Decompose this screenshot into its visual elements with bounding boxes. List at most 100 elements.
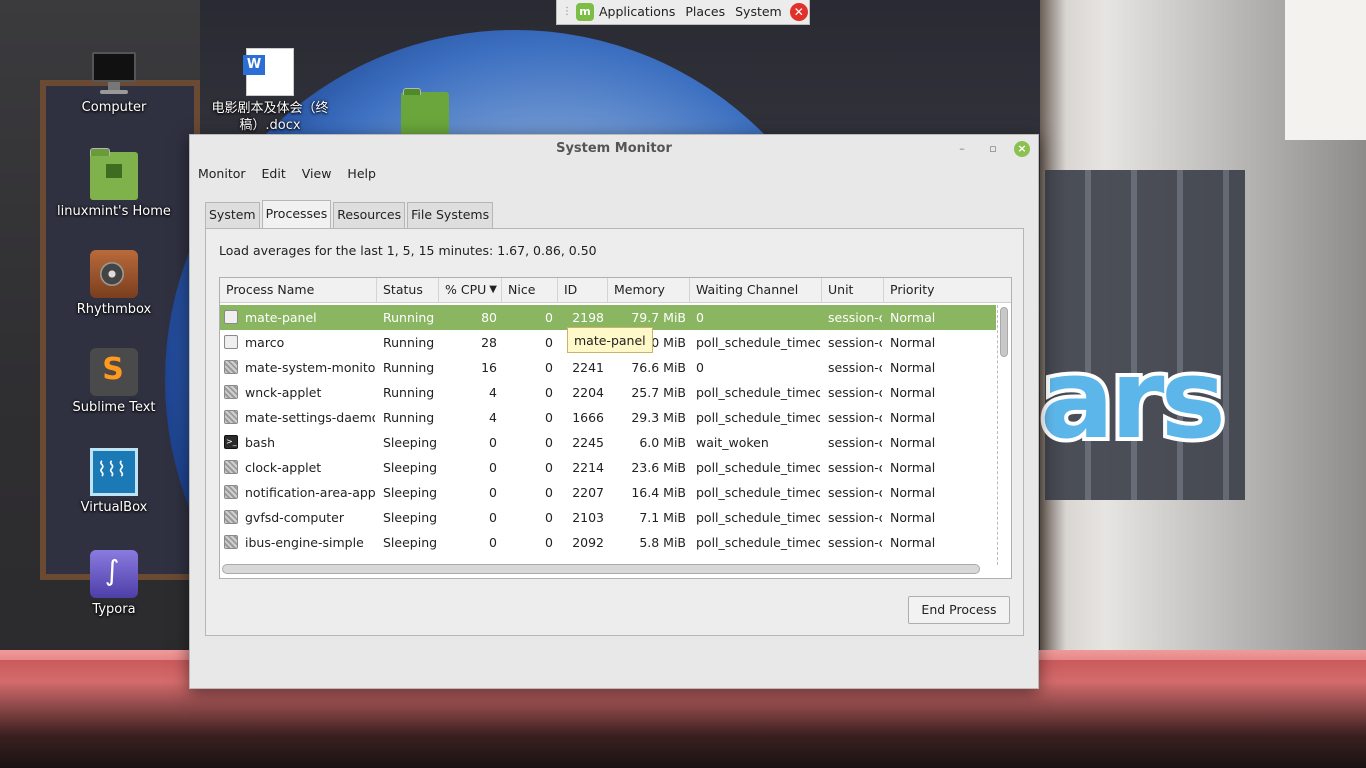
- column-process-name[interactable]: Process Name: [220, 278, 377, 303]
- cell-name: notification-area-applet: [245, 485, 375, 500]
- cell-status: Running: [383, 410, 435, 425]
- tab-processes[interactable]: Processes: [261, 200, 332, 228]
- cell-unit: session-c: [828, 535, 882, 550]
- menu-monitor[interactable]: Monitor: [190, 162, 254, 186]
- cell-unit: session-c: [828, 435, 882, 450]
- cell-wchan: poll_schedule_timeout: [696, 535, 820, 550]
- tab-file-systems[interactable]: File Systems: [407, 202, 494, 228]
- tab-bar: System Processes Resources File Systems: [205, 200, 495, 228]
- cell-wchan: poll_schedule_timeout: [696, 460, 820, 475]
- cell-cpu: 0: [489, 510, 497, 525]
- table-header: Process Name Status % CPU ▼ Nice ID Memo…: [220, 278, 1011, 303]
- cell-memory: 5.8 MiB: [639, 535, 686, 550]
- cell-wchan: 0: [696, 310, 704, 325]
- desktop-icon-typora[interactable]: ∫ Typora: [54, 550, 174, 617]
- table-row[interactable]: >_ bash Sleeping 0 0 2245 6.0 MiB wait_woken ses…: [220, 430, 996, 455]
- menu-edit[interactable]: Edit: [254, 162, 294, 186]
- vertical-scrollbar[interactable]: [997, 305, 1009, 565]
- cell-memory: 76.6 MiB: [631, 360, 686, 375]
- system-menu[interactable]: System: [730, 0, 787, 24]
- table-row[interactable]: mate-system-monitor Running 16 0 2241 76.6 Mi…: [220, 355, 996, 380]
- application-icon: [224, 385, 238, 399]
- cell-memory: 23.6 MiB: [631, 460, 686, 475]
- cell-wchan: 0: [696, 360, 704, 375]
- cell-nice: 0: [545, 460, 553, 475]
- tab-system[interactable]: System: [205, 202, 260, 228]
- desktop-icon-label: Sublime Text: [72, 400, 156, 415]
- desktop-icon-label: Rhythmbox: [76, 302, 152, 317]
- places-menu[interactable]: Places: [680, 0, 730, 24]
- cell-wchan: poll_schedule_timeout: [696, 485, 820, 500]
- process-table[interactable]: Process Name Status % CPU ▼ Nice ID Memo…: [219, 277, 1012, 579]
- linux-mint-icon[interactable]: m: [576, 3, 594, 21]
- typora-icon: ∫: [90, 550, 138, 598]
- horizontal-scrollbar[interactable]: [222, 564, 980, 574]
- end-process-button[interactable]: End Process: [908, 596, 1010, 624]
- cell-name: wnck-applet: [245, 385, 322, 400]
- cell-nice: 0: [545, 410, 553, 425]
- application-icon: [224, 460, 238, 474]
- cell-memory: 7.1 MiB: [639, 510, 686, 525]
- processes-panel: Load averages for the last 1, 5, 15 minu…: [205, 228, 1024, 636]
- window-icon: [224, 335, 238, 349]
- panel-handle-icon[interactable]: ⋮: [560, 5, 574, 19]
- close-icon[interactable]: ×: [1014, 141, 1030, 157]
- desktop-icon-sublime[interactable]: S Sublime Text: [54, 348, 174, 415]
- cell-wchan: poll_schedule_timeout: [696, 385, 820, 400]
- cell-id: 2214: [572, 460, 604, 475]
- cell-memory: 16.4 MiB: [631, 485, 686, 500]
- window-titlebar[interactable]: System Monitor – ▫ ×: [190, 135, 1038, 162]
- column-nice[interactable]: Nice: [502, 278, 558, 303]
- cell-unit: session-c: [828, 485, 882, 500]
- applications-menu[interactable]: Applications: [594, 0, 680, 24]
- desktop-icon-rhythmbox[interactable]: Rhythmbox: [54, 250, 174, 317]
- cell-priority: Normal: [890, 310, 936, 325]
- wallpaper-logo-text: ars: [1036, 331, 1230, 467]
- cell-cpu: 80: [481, 310, 497, 325]
- sublime-text-icon: S: [90, 348, 138, 396]
- table-row[interactable]: wnck-applet Running 4 0 2204 25.7 MiB poll_sch…: [220, 380, 996, 405]
- cell-status: Sleeping: [383, 510, 438, 525]
- tab-resources[interactable]: Resources: [333, 202, 406, 228]
- column-waiting-channel[interactable]: Waiting Channel: [690, 278, 822, 303]
- table-row[interactable]: clock-applet Sleeping 0 0 2214 23.6 MiB poll_s…: [220, 455, 996, 480]
- cell-unit: session-c: [828, 310, 882, 325]
- cell-name: mate-system-monitor: [245, 360, 375, 375]
- table-row[interactable]: mate-settings-daemon Running 4 0 1666 29.3 Mi…: [220, 405, 996, 430]
- application-icon: [224, 360, 238, 374]
- column-memory[interactable]: Memory: [608, 278, 690, 303]
- column-unit[interactable]: Unit: [822, 278, 884, 303]
- maximize-icon[interactable]: ▫: [985, 141, 1001, 157]
- cell-cpu: 28: [481, 335, 497, 350]
- cell-memory: 6.0 MiB: [639, 435, 686, 450]
- table-row[interactable]: gvfsd-computer Sleeping 0 0 2103 7.1 MiB poll_…: [220, 505, 996, 530]
- column-status[interactable]: Status: [377, 278, 439, 303]
- cell-status: Running: [383, 310, 435, 325]
- desktop-icon-computer[interactable]: Computer: [54, 48, 174, 115]
- cell-wchan: poll_schedule_timeout: [696, 335, 820, 350]
- cell-id: 2207: [572, 485, 604, 500]
- desktop-icon-document[interactable]: W 电影剧本及体会（终稿）.docx: [210, 48, 330, 134]
- cell-name: gvfsd-computer: [245, 510, 344, 525]
- wallpaper-paper: [1285, 0, 1366, 140]
- scrollbar-thumb[interactable]: [1000, 307, 1008, 357]
- menu-view[interactable]: View: [294, 162, 340, 186]
- cell-priority: Normal: [890, 410, 936, 425]
- desktop-icon-home[interactable]: linuxmint's Home: [54, 148, 174, 219]
- minimize-icon[interactable]: –: [954, 141, 970, 157]
- cell-cpu: 0: [489, 435, 497, 450]
- table-row[interactable]: notification-area-applet Sleeping 0 0 2207 16…: [220, 480, 996, 505]
- column-cpu[interactable]: % CPU ▼: [439, 278, 502, 303]
- cell-nice: 0: [545, 510, 553, 525]
- column-priority[interactable]: Priority: [884, 278, 1011, 303]
- cell-cpu: 0: [489, 485, 497, 500]
- cell-name: marco: [245, 335, 285, 350]
- word-document-icon: W: [243, 48, 294, 96]
- sort-descending-icon: ▼: [489, 284, 497, 295]
- shutdown-icon[interactable]: ✕: [789, 3, 808, 21]
- window-icon: [224, 310, 238, 324]
- column-id[interactable]: ID: [558, 278, 608, 303]
- desktop-icon-virtualbox[interactable]: ⌇⌇⌇ VirtualBox: [54, 448, 174, 515]
- table-row[interactable]: ibus-engine-simple Sleeping 0 0 2092 5.8 MiB p…: [220, 530, 996, 555]
- menu-help[interactable]: Help: [339, 162, 384, 186]
